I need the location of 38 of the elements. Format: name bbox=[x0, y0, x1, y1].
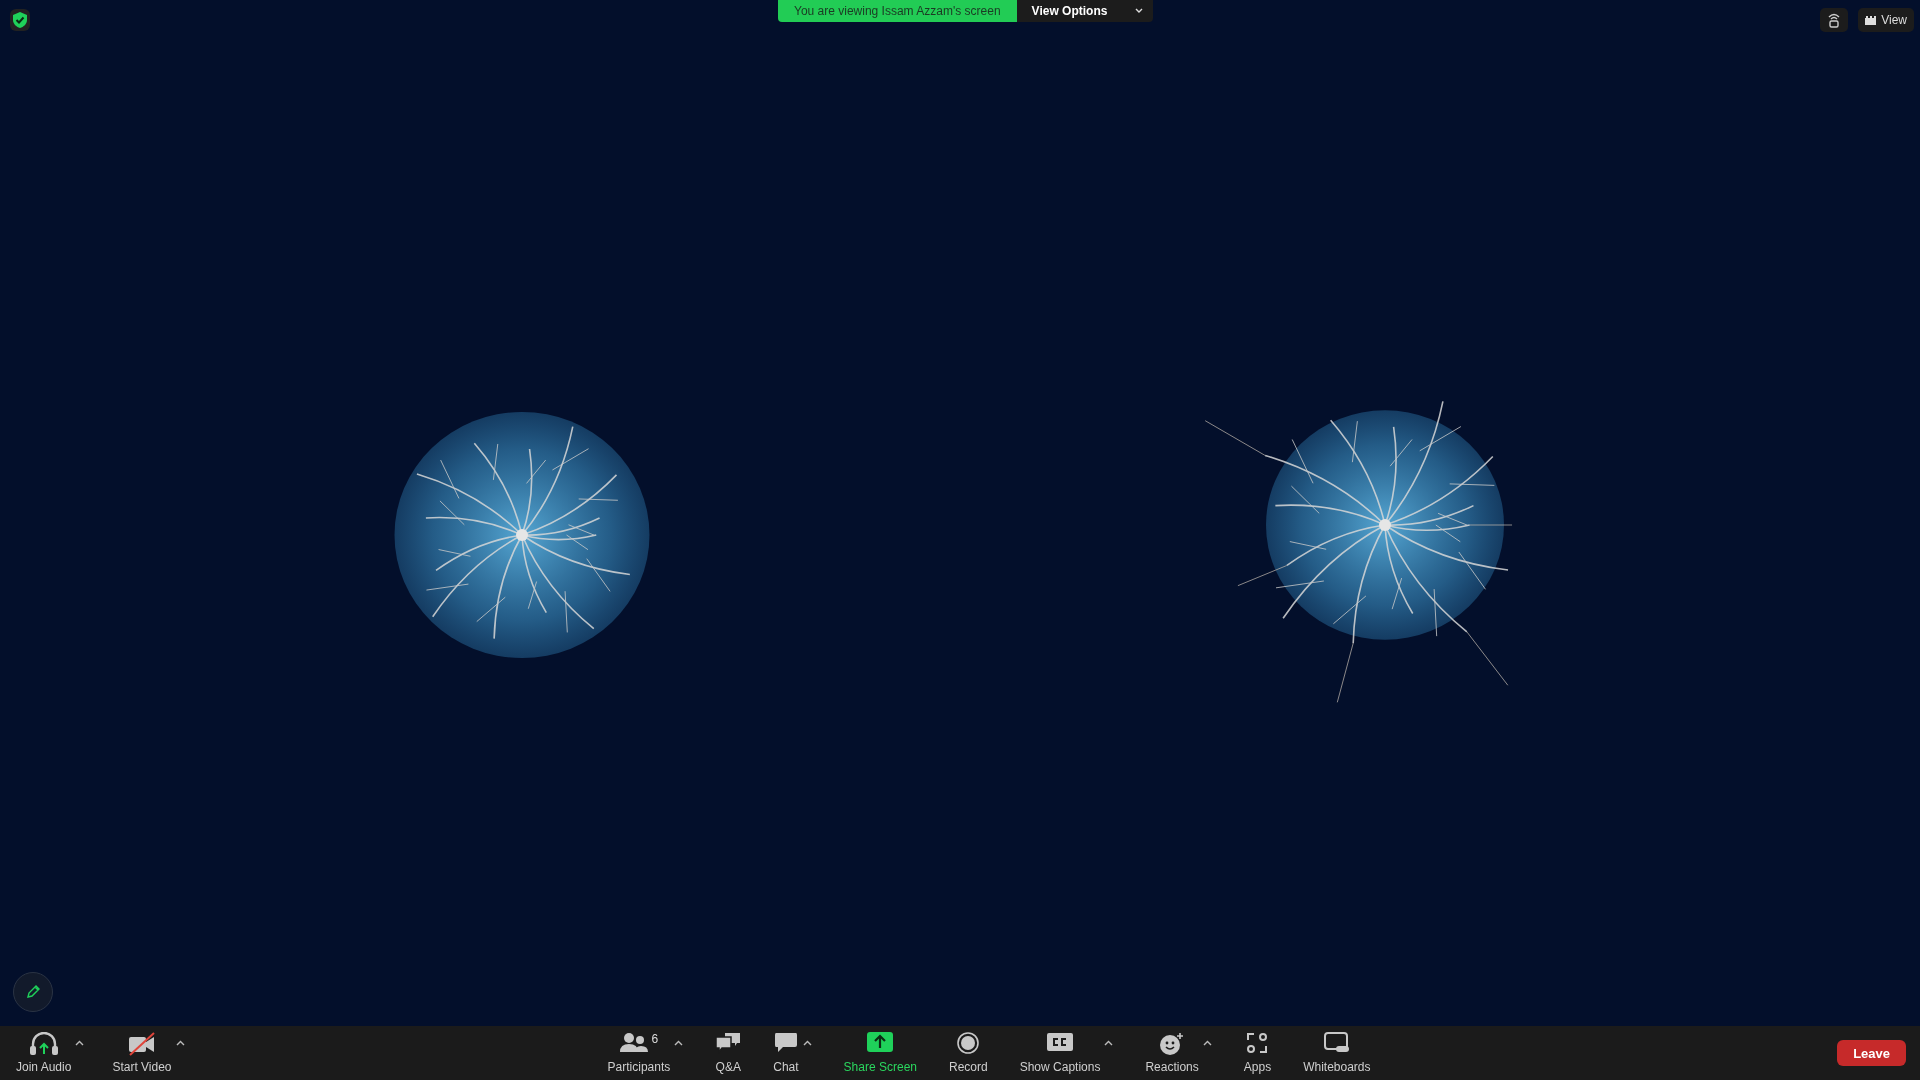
whiteboard-icon bbox=[1323, 1032, 1350, 1054]
caret-icon[interactable] bbox=[1104, 1040, 1114, 1046]
caret-icon[interactable] bbox=[674, 1040, 684, 1046]
chat-bubble-icon bbox=[773, 1032, 798, 1054]
video-off-icon bbox=[126, 1032, 157, 1056]
apps-icon bbox=[1246, 1032, 1269, 1054]
apps-button[interactable]: Apps bbox=[1241, 1026, 1274, 1080]
caret-icon[interactable] bbox=[75, 1040, 85, 1046]
participant-count: 6 bbox=[651, 1032, 659, 1046]
reactions-button[interactable]: Reactions bbox=[1143, 1026, 1201, 1080]
record-icon bbox=[957, 1032, 980, 1054]
people-icon bbox=[619, 1032, 648, 1054]
qa-button[interactable]: Q&A bbox=[713, 1026, 744, 1080]
video-button[interactable]: Start Video bbox=[110, 1026, 174, 1080]
view-button[interactable]: View bbox=[1858, 8, 1914, 32]
annotate-button[interactable] bbox=[13, 972, 53, 1012]
cc-icon bbox=[1047, 1032, 1074, 1052]
record-button[interactable]: Record bbox=[947, 1026, 990, 1080]
chat-button[interactable]: Chat bbox=[771, 1026, 801, 1080]
leave-button[interactable]: Leave bbox=[1837, 1040, 1906, 1066]
participants-button[interactable]: 6 Participants bbox=[605, 1026, 673, 1080]
audio-button[interactable]: Join Audio bbox=[14, 1026, 74, 1080]
wireless-icon bbox=[1827, 12, 1842, 28]
chevron-down-icon bbox=[1135, 8, 1144, 14]
whiteboards-button[interactable]: Whiteboards bbox=[1301, 1026, 1373, 1080]
caret-icon[interactable] bbox=[175, 1040, 185, 1046]
caret-icon[interactable] bbox=[802, 1040, 812, 1046]
smiley-plus-icon bbox=[1159, 1032, 1186, 1056]
wireless-button[interactable] bbox=[1820, 8, 1849, 32]
caret-icon[interactable] bbox=[1202, 1040, 1212, 1046]
pencil-icon bbox=[25, 984, 41, 1000]
headphones-icon bbox=[28, 1032, 59, 1056]
shield-icon bbox=[12, 11, 28, 29]
captions-button[interactable]: Show Captions bbox=[1017, 1026, 1103, 1080]
share-button[interactable]: Share Screen bbox=[841, 1026, 919, 1080]
viewing-banner: You are viewing Issam Azzam's screen bbox=[778, 0, 1017, 22]
grid-icon bbox=[1865, 15, 1877, 25]
view-options-button[interactable]: View Options bbox=[1016, 0, 1154, 22]
